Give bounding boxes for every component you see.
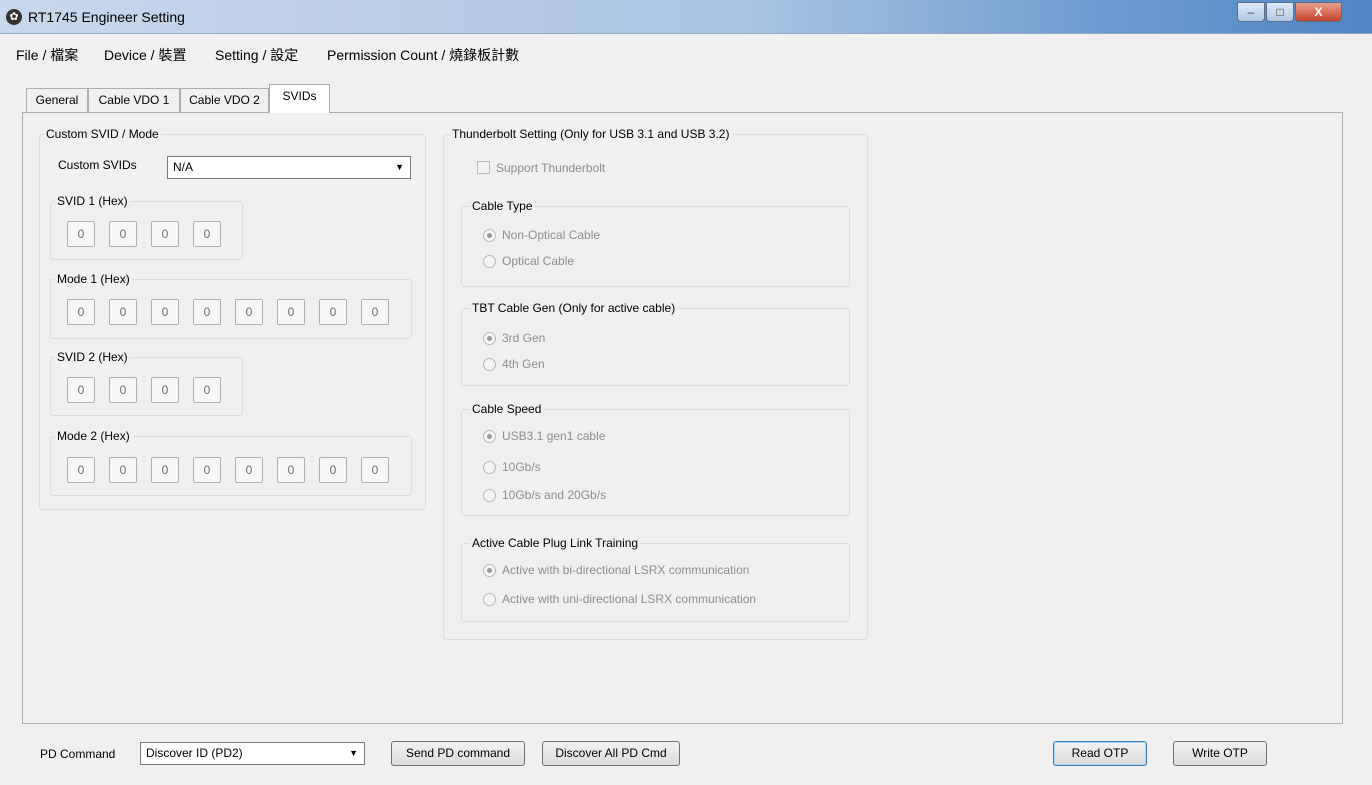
custom-svids-value: N/A	[173, 160, 194, 174]
menu-bar: File / 檔案 Device / 裝置 Setting / 設定 Permi…	[0, 42, 1372, 64]
svid2-byte-4[interactable]: 0	[193, 377, 221, 403]
svid1-byte-1[interactable]: 0	[67, 221, 95, 247]
mode2-byte-5[interactable]: 0	[235, 457, 263, 483]
non-optical-radio[interactable]	[483, 229, 496, 242]
custom-svid-mode-title: Custom SVID / Mode	[44, 127, 161, 141]
mode2-title: Mode 2 (Hex)	[55, 429, 132, 443]
discover-all-pd-cmd-button[interactable]: Discover All PD Cmd	[542, 741, 680, 766]
mode2-byte-8[interactable]: 0	[361, 457, 389, 483]
support-thunderbolt-checkbox[interactable]	[477, 161, 490, 174]
chevron-down-icon: ▼	[395, 162, 404, 172]
tbt-gen-title: TBT Cable Gen (Only for active cable)	[470, 301, 678, 315]
svid1-byte-3[interactable]: 0	[151, 221, 179, 247]
mode1-byte-7[interactable]: 0	[319, 299, 347, 325]
mode1-byte-5[interactable]: 0	[235, 299, 263, 325]
svid1-title: SVID 1 (Hex)	[55, 194, 130, 208]
tab-cable-vdo-2[interactable]: Cable VDO 2	[180, 88, 269, 112]
speed-10g-20g-label: 10Gb/s and 20Gb/s	[502, 488, 607, 502]
speed-10g-20g-radio[interactable]	[483, 489, 496, 502]
gen3-radio[interactable]	[483, 332, 496, 345]
custom-svids-dropdown[interactable]: N/A ▼	[167, 156, 411, 179]
svid2-byte-3[interactable]: 0	[151, 377, 179, 403]
cable-speed-title: Cable Speed	[470, 402, 544, 416]
maximize-button[interactable]: □	[1266, 2, 1294, 22]
svid2-byte-2[interactable]: 0	[109, 377, 137, 403]
pd-command-dropdown[interactable]: Discover ID (PD2) ▼	[140, 742, 365, 765]
minimize-button[interactable]: –	[1237, 2, 1265, 22]
close-button[interactable]: X	[1295, 2, 1342, 22]
pd-command-label: PD Command	[40, 747, 116, 761]
link-training-group: Active Cable Plug Link Training	[461, 536, 850, 622]
svid2-title: SVID 2 (Hex)	[55, 350, 130, 364]
uni-directional-label: Active with uni-directional LSRX communi…	[502, 592, 757, 606]
menu-permission-count[interactable]: Permission Count / 燒錄板計數	[327, 45, 519, 65]
gen4-label: 4th Gen	[502, 357, 545, 371]
link-training-title: Active Cable Plug Link Training	[470, 536, 641, 550]
speed-usb31-label: USB3.1 gen1 cable	[502, 429, 606, 443]
bi-directional-radio[interactable]	[483, 564, 496, 577]
speed-10g-label: 10Gb/s	[502, 460, 541, 474]
pd-command-value: Discover ID (PD2)	[146, 746, 243, 760]
uni-directional-radio[interactable]	[483, 593, 496, 606]
tab-cable-vdo-1[interactable]: Cable VDO 1	[88, 88, 180, 112]
window-title: RT1745 Engineer Setting	[28, 9, 185, 25]
svid1-byte-2[interactable]: 0	[109, 221, 137, 247]
menu-file[interactable]: File / 檔案	[16, 45, 78, 65]
read-otp-button[interactable]: Read OTP	[1053, 741, 1147, 766]
optical-label: Optical Cable	[502, 254, 575, 268]
svid2-byte-1[interactable]: 0	[67, 377, 95, 403]
mode1-byte-2[interactable]: 0	[109, 299, 137, 325]
send-pd-command-button[interactable]: Send PD command	[391, 741, 525, 766]
custom-svids-label: Custom SVIDs	[58, 158, 137, 172]
gen4-radio[interactable]	[483, 358, 496, 371]
mode2-byte-6[interactable]: 0	[277, 457, 305, 483]
bi-directional-label: Active with bi-directional LSRX communic…	[502, 563, 750, 577]
cable-type-group: Cable Type	[461, 199, 850, 287]
support-thunderbolt-label: Support Thunderbolt	[496, 161, 606, 175]
menu-setting[interactable]: Setting / 設定	[215, 45, 298, 65]
mode1-byte-4[interactable]: 0	[193, 299, 221, 325]
tab-general[interactable]: General	[26, 88, 88, 112]
gear-icon: ✿	[6, 9, 22, 25]
cable-type-title: Cable Type	[470, 199, 535, 213]
mode2-byte-3[interactable]: 0	[151, 457, 179, 483]
mode2-byte-4[interactable]: 0	[193, 457, 221, 483]
mode2-byte-7[interactable]: 0	[319, 457, 347, 483]
svid1-byte-4[interactable]: 0	[193, 221, 221, 247]
optical-radio[interactable]	[483, 255, 496, 268]
thunderbolt-title: Thunderbolt Setting (Only for USB 3.1 an…	[450, 127, 732, 141]
mode1-byte-6[interactable]: 0	[277, 299, 305, 325]
mode1-byte-1[interactable]: 0	[67, 299, 95, 325]
mode2-byte-2[interactable]: 0	[109, 457, 137, 483]
gen3-label: 3rd Gen	[502, 331, 546, 345]
speed-usb31-radio[interactable]	[483, 430, 496, 443]
tbt-gen-group: TBT Cable Gen (Only for active cable)	[461, 301, 850, 386]
menu-device[interactable]: Device / 裝置	[104, 45, 186, 65]
write-otp-button[interactable]: Write OTP	[1173, 741, 1267, 766]
mode1-title: Mode 1 (Hex)	[55, 272, 132, 286]
mode2-byte-1[interactable]: 0	[67, 457, 95, 483]
title-bar: ✿ RT1745 Engineer Setting – □ X	[0, 0, 1372, 34]
mode1-byte-8[interactable]: 0	[361, 299, 389, 325]
mode1-byte-3[interactable]: 0	[151, 299, 179, 325]
mode2-group: Mode 2 (Hex)	[50, 429, 412, 496]
mode1-group: Mode 1 (Hex)	[50, 272, 412, 339]
non-optical-label: Non-Optical Cable	[502, 228, 601, 242]
speed-10g-radio[interactable]	[483, 461, 496, 474]
tab-svids[interactable]: SVIDs	[269, 84, 330, 113]
chevron-down-icon: ▼	[349, 748, 358, 758]
